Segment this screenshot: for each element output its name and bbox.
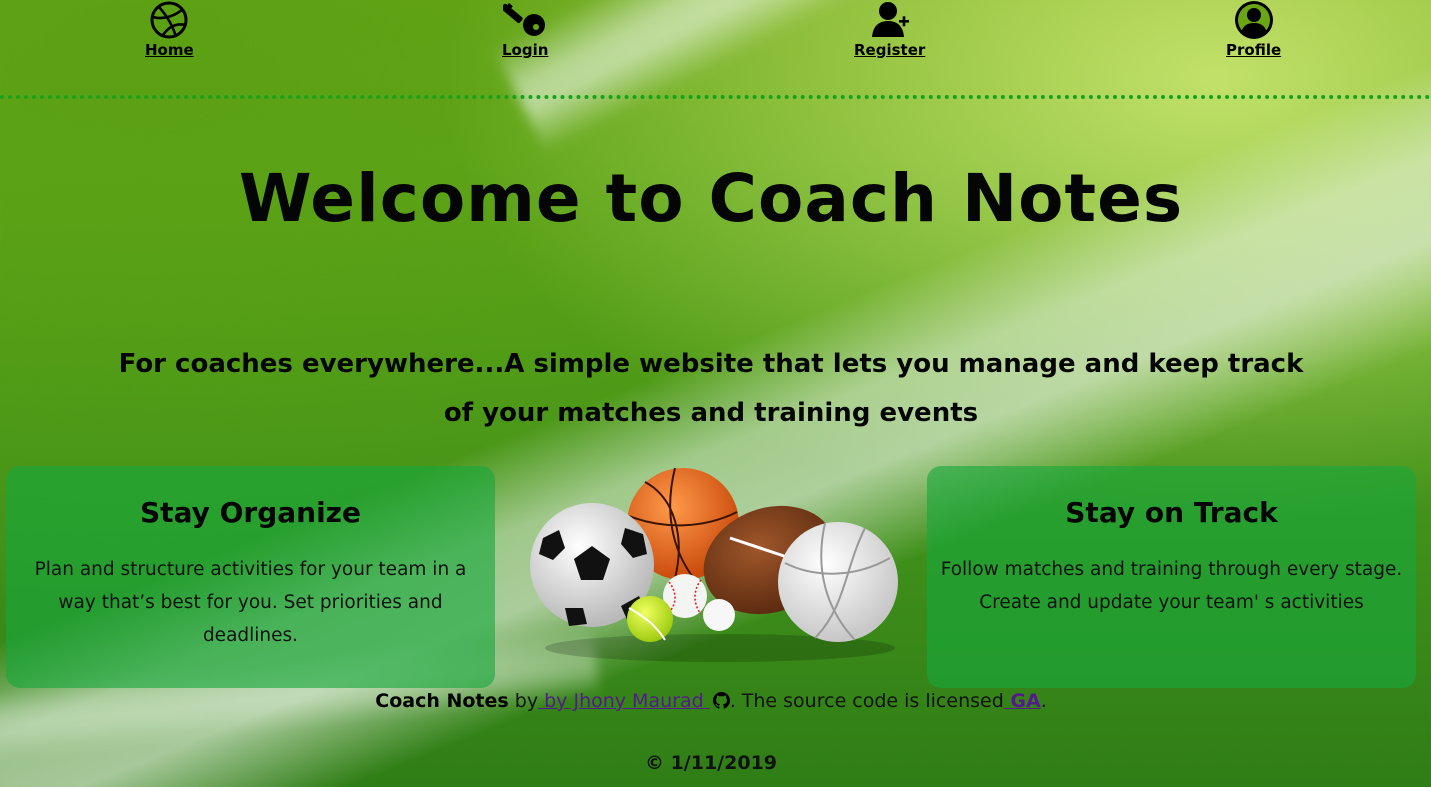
- feature-card-title: Stay Organize: [140, 496, 361, 529]
- nav-login[interactable]: Login: [502, 0, 548, 59]
- nav-profile-label: Profile: [1226, 41, 1282, 59]
- nav-register[interactable]: Register: [854, 0, 925, 59]
- nav-home[interactable]: Home: [145, 0, 194, 59]
- top-nav: Home Login Register Profile: [0, 0, 1431, 99]
- footer-license-text: . The source code is licensed: [729, 690, 1004, 712]
- nav-home-label: Home: [145, 41, 194, 59]
- page-title: Welcome to Coach Notes: [238, 160, 1184, 237]
- feature-card-track: Stay on Track Follow matches and trainin…: [927, 466, 1416, 688]
- footer-by-text: by: [508, 690, 539, 712]
- footer-credits: Coach Notes by by Jhony Maurad . The sou…: [0, 690, 1422, 712]
- feature-card-text: Follow matches and training through ever…: [940, 559, 1403, 613]
- feature-card-organize: Stay Organize Plan and structure activit…: [6, 466, 495, 688]
- footer-brand: Coach Notes: [375, 690, 509, 712]
- sports-balls-image: [530, 468, 898, 662]
- copyright-text: © 1/11/2019: [644, 752, 778, 774]
- user-circle-icon: [1234, 1, 1273, 39]
- author-link-text: by Jhony Maurad: [538, 690, 710, 712]
- license-link[interactable]: GA: [1004, 690, 1040, 712]
- dribbble-ball-icon: [150, 1, 188, 39]
- add-user-icon: [871, 2, 909, 37]
- nav-register-label: Register: [854, 41, 926, 59]
- footer-period: .: [1040, 690, 1047, 712]
- nav-login-label: Login: [502, 41, 549, 59]
- nav-profile[interactable]: Profile: [1226, 0, 1281, 59]
- author-link[interactable]: by Jhony Maurad: [538, 690, 730, 712]
- feature-card-title: Stay on Track: [1065, 496, 1278, 529]
- feature-card-text: Plan and structure activities for your t…: [34, 559, 467, 646]
- key-icon: [503, 3, 546, 36]
- page-subtitle: For coaches everywhere...A simple websit…: [118, 349, 1304, 428]
- github-icon: [712, 692, 730, 709]
